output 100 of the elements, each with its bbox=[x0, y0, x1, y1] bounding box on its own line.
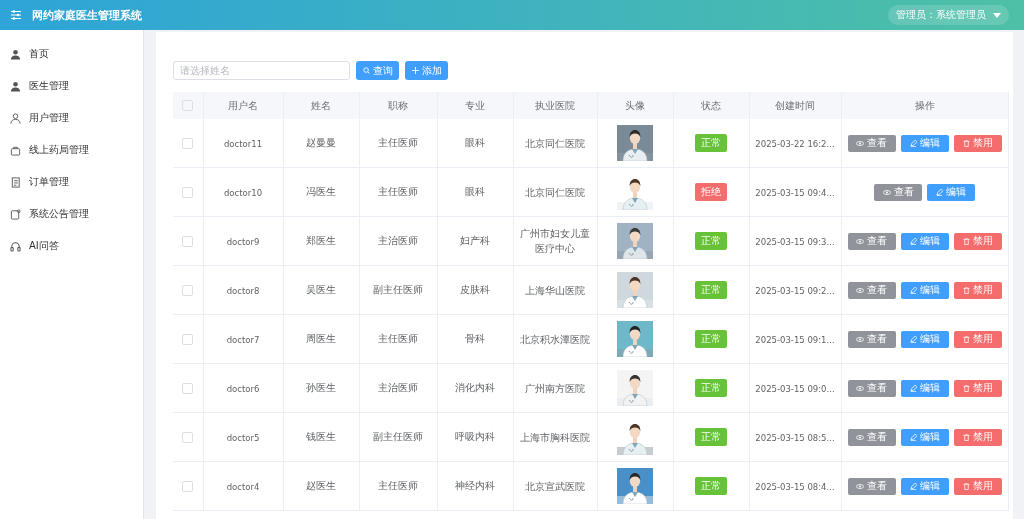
table-cell: 眼科 bbox=[465, 137, 485, 148]
row-checkbox[interactable] bbox=[182, 186, 194, 198]
table-cell: 2025-03-22 16:2... bbox=[755, 138, 835, 149]
pencil-icon bbox=[909, 384, 917, 392]
edit-button[interactable]: 编辑 bbox=[900, 428, 949, 446]
view-button[interactable]: 查看 bbox=[847, 379, 896, 397]
edit-button[interactable]: 编辑 bbox=[900, 134, 949, 152]
sidebar-item[interactable]: 医生管理 bbox=[0, 70, 143, 102]
select-all-checkbox[interactable] bbox=[182, 100, 194, 112]
view-button[interactable]: 查看 bbox=[847, 330, 896, 348]
sidebar-item[interactable]: 用户管理 bbox=[0, 102, 143, 134]
eye-icon bbox=[882, 189, 891, 195]
edit-button[interactable]: 编辑 bbox=[900, 379, 949, 397]
table-cell: doctor10 bbox=[223, 187, 263, 198]
view-button[interactable]: 查看 bbox=[847, 477, 896, 495]
table-cell: 周医生 bbox=[306, 333, 336, 344]
table-cell: 郑医生 bbox=[306, 235, 336, 246]
disable-button[interactable]: 禁用 bbox=[953, 281, 1002, 299]
table-cell-text: 上海市胸科医院 bbox=[520, 430, 590, 445]
table-cell: 主任医师 bbox=[378, 480, 418, 491]
edit-button[interactable]: 编辑 bbox=[900, 281, 949, 299]
edit-button[interactable]: 编辑 bbox=[900, 477, 949, 495]
pencil-icon bbox=[909, 335, 917, 343]
search-field[interactable]: 请选择姓名 bbox=[173, 61, 350, 80]
person-outline-icon bbox=[10, 112, 21, 124]
table-cell: doctor6 bbox=[226, 383, 260, 394]
edit-button[interactable]: 编辑 bbox=[927, 183, 975, 201]
trash-icon bbox=[962, 482, 970, 490]
edit-button[interactable]: 编辑 bbox=[900, 330, 949, 348]
view-button[interactable]: 查看 bbox=[847, 428, 896, 446]
sidebar-item[interactable]: 首页 bbox=[0, 38, 143, 70]
eye-icon bbox=[856, 287, 864, 293]
table-cell: 主治医师 bbox=[378, 382, 418, 393]
column-header: 姓名 bbox=[311, 99, 331, 111]
column-header: 用户名 bbox=[228, 99, 258, 111]
search-icon bbox=[362, 67, 370, 74]
table-cell: 2025-03-15 09:2... bbox=[755, 285, 835, 296]
menu-icon[interactable] bbox=[10, 9, 22, 21]
app-title: 网约家庭医生管理系统 bbox=[32, 7, 142, 23]
view-button[interactable]: 查看 bbox=[847, 134, 896, 152]
view-button[interactable]: 查看 bbox=[847, 232, 896, 250]
table-cell: 神经内科 bbox=[455, 480, 495, 491]
eye-icon bbox=[856, 385, 864, 391]
person-icon bbox=[10, 48, 21, 60]
table-cell: 妇产科 bbox=[460, 235, 490, 246]
table-cell: 2025-03-15 09:4... bbox=[755, 187, 835, 198]
table-cell: 吴医生 bbox=[306, 284, 336, 295]
pencil-icon bbox=[909, 139, 917, 147]
disable-button[interactable]: 禁用 bbox=[953, 379, 1002, 397]
user-menu[interactable]: 管理员：系统管理员 bbox=[888, 5, 1009, 25]
status-tag: 拒绝 bbox=[695, 183, 727, 201]
pencil-icon bbox=[909, 433, 917, 441]
eye-icon bbox=[856, 336, 864, 342]
search-button[interactable]: 查询 bbox=[356, 61, 399, 80]
sidebar-item[interactable]: 系统公告管理 bbox=[0, 198, 143, 230]
table-cell: 孙医生 bbox=[306, 382, 336, 393]
disable-button[interactable]: 禁用 bbox=[953, 330, 1002, 348]
trash-icon bbox=[962, 139, 970, 147]
pencil-icon bbox=[909, 237, 917, 245]
table-cell: 眼科 bbox=[465, 186, 485, 197]
disable-button[interactable]: 禁用 bbox=[953, 134, 1002, 152]
column-header: 状态 bbox=[701, 99, 721, 111]
row-checkbox[interactable] bbox=[182, 382, 194, 394]
row-checkbox[interactable] bbox=[182, 431, 194, 443]
row-checkbox[interactable] bbox=[182, 137, 194, 149]
status-tag: 正常 bbox=[695, 281, 727, 299]
eye-icon bbox=[856, 483, 864, 489]
eye-icon bbox=[856, 434, 864, 440]
eye-icon bbox=[856, 238, 864, 244]
table-cell: 皮肤科 bbox=[460, 284, 490, 295]
disable-button[interactable]: 禁用 bbox=[953, 428, 1002, 446]
pencil-icon bbox=[909, 482, 917, 490]
eye-icon bbox=[856, 140, 864, 146]
sidebar-item[interactable]: 订单管理 bbox=[0, 166, 143, 198]
add-button[interactable]: 添加 bbox=[405, 61, 448, 80]
row-checkbox[interactable] bbox=[182, 333, 194, 345]
row-checkbox[interactable] bbox=[182, 284, 194, 296]
row-checkbox[interactable] bbox=[182, 235, 194, 247]
table-cell: 2025-03-15 09:1... bbox=[755, 334, 835, 345]
status-tag: 正常 bbox=[695, 134, 727, 152]
row-checkbox[interactable] bbox=[182, 480, 194, 492]
disable-button[interactable]: 禁用 bbox=[953, 232, 1002, 250]
column-header: 执业医院 bbox=[535, 99, 575, 111]
status-tag: 正常 bbox=[695, 379, 727, 397]
table-cell-text: 北京同仁医院 bbox=[525, 185, 585, 200]
table-cell: 主治医师 bbox=[378, 235, 418, 246]
sidebar-item[interactable]: AI问答 bbox=[0, 230, 143, 262]
view-button[interactable]: 查看 bbox=[847, 281, 896, 299]
table-cell: doctor11 bbox=[223, 138, 263, 149]
table-cell: doctor7 bbox=[226, 334, 260, 345]
disable-button[interactable]: 禁用 bbox=[953, 477, 1002, 495]
pencil-icon bbox=[909, 286, 917, 294]
document-icon bbox=[10, 176, 21, 188]
table-cell-text: 北京同仁医院 bbox=[525, 136, 585, 151]
table-cell: doctor4 bbox=[226, 481, 260, 492]
edit-button[interactable]: 编辑 bbox=[900, 232, 949, 250]
table-cell-text: 北京积水潭医院 bbox=[520, 332, 590, 347]
table-cell: 2025-03-15 09:3... bbox=[755, 236, 835, 247]
sidebar-item[interactable]: 线上药局管理 bbox=[0, 134, 143, 166]
view-button[interactable]: 查看 bbox=[874, 183, 922, 201]
